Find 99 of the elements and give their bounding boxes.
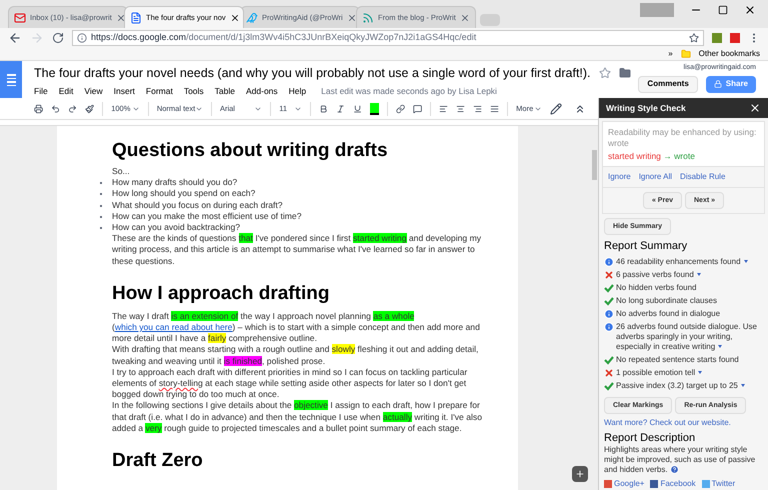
summary-item: No adverbs found in dialogue	[616, 308, 720, 318]
info-icon	[77, 33, 87, 43]
paragraph: I try to approach each draft with different priorities in mind so I can focus on tackling particular elements of story-telling at each stage while setting aside other aspects for later so I don't get bogged down trying to do too much at once.	[112, 366, 468, 400]
bookmarks-chevron[interactable]: »	[668, 48, 673, 60]
link-icon[interactable]	[396, 102, 406, 114]
menu-item[interactable]: View	[84, 84, 103, 98]
website-link[interactable]: Want more? Check out our website.	[604, 418, 763, 428]
action-link[interactable]: Disable Rule	[680, 172, 726, 182]
twitter-icon	[702, 480, 710, 488]
action-link[interactable]: Ignore	[608, 172, 631, 182]
scrollbar-thumb[interactable]	[592, 150, 597, 180]
lock-icon	[714, 80, 722, 88]
bookmark-link[interactable]: Other bookmarks	[698, 48, 760, 60]
report-description-title: Report Description	[604, 431, 696, 445]
italic-icon[interactable]	[336, 102, 345, 114]
undo-icon[interactable]	[51, 102, 60, 114]
menu-item[interactable]: Add-ons	[246, 84, 278, 98]
description-text: Highlights areas where your writing style might be improved, such as use of passive and hidden verbs.	[604, 445, 756, 475]
summary-item: 1 possible emotion tell	[616, 368, 702, 378]
link[interactable]: which you can read about here	[114, 322, 232, 332]
bullet-item: How many drafts should you do?	[112, 177, 238, 188]
document-title[interactable]: The four drafts your novel needs (and why you will probably not use a single word of your first draft!).	[34, 64, 591, 83]
collapse-icon[interactable]	[574, 102, 586, 114]
menu-item[interactable]: Help	[288, 84, 306, 98]
highlight-color-icon[interactable]	[370, 102, 380, 114]
facebook-icon	[650, 480, 658, 488]
dropdown-caret-icon[interactable]	[696, 272, 701, 276]
action-link[interactable]: Ignore All	[638, 172, 672, 182]
close-icon[interactable]	[744, 4, 756, 16]
menu-item[interactable]: Edit	[58, 84, 74, 98]
feed-icon	[362, 12, 374, 24]
social-link[interactable]: Facebook	[650, 479, 696, 489]
star-icon[interactable]	[689, 33, 699, 43]
paragraph: In the following sections I give details about the objective I assign to each draft, how I prepare for that draft (i.e. what I do in advance) and then the technique I use when actually writing it. I've also added a very rough guide to projected timescales and a bullet point summary of each stage.	[112, 400, 483, 434]
social-link[interactable]: Google+	[604, 479, 644, 489]
paragraph: With drafting that means starting with a rough outline and slowly fleshing it out and adding detail, tweaking and weaving until it is finished, polished prose.	[112, 344, 480, 367]
suggestion-text: Readability may be enhanced by using: wrote	[608, 127, 758, 149]
menu-item[interactable]: Format	[146, 84, 173, 98]
paragraph: So...	[112, 166, 131, 178]
menu-item[interactable]: File	[34, 84, 48, 98]
address-field[interactable]: https://docs.google.com/document/d/1j3lm3Wv4i5hC3JUnrBXeiqQkyJWZop7nJ2i1aGS4Hqc/edit	[72, 30, 704, 46]
cross-icon	[604, 270, 614, 280]
help-icon[interactable]	[670, 465, 679, 474]
google-plus-icon	[604, 480, 612, 488]
docs-logo[interactable]	[0, 61, 22, 99]
folder-icon	[680, 49, 691, 59]
comments-button[interactable]: Comments	[638, 76, 698, 92]
summary-item: 26 adverbs found outside dialogue. Use adverbs sparingly in your writing, especially in creative writing	[616, 322, 758, 352]
close-icon[interactable]	[749, 102, 761, 114]
close-icon[interactable]	[116, 12, 126, 22]
print-icon[interactable]	[34, 102, 44, 114]
redo-icon[interactable]	[68, 102, 78, 114]
bullet-item: How can you avoid backtracking?	[112, 222, 240, 234]
reload-icon[interactable]	[52, 32, 64, 44]
underline-icon[interactable]	[353, 102, 362, 114]
bullet-item: What should you focus on during each draft?	[112, 200, 283, 211]
section-heading: Questions about writing drafts	[112, 140, 389, 162]
check-icon	[604, 380, 614, 390]
menu-item[interactable]: Insert	[114, 84, 135, 98]
summary-item: No repeated sentence starts found	[616, 354, 739, 364]
check-icon	[604, 354, 614, 364]
dropdown-caret-icon[interactable]	[744, 260, 748, 263]
folder-icon[interactable]	[618, 67, 631, 80]
summary-item: 6 passive verbs found	[616, 270, 701, 280]
paint-format-icon[interactable]	[85, 102, 94, 114]
menu-item[interactable]: Table	[214, 84, 235, 98]
plus-icon	[575, 469, 585, 479]
replacement-text: started writing → wrote	[608, 151, 696, 161]
mail-icon	[14, 12, 26, 24]
summary-item: Passive index (3.2) target up to 25	[616, 380, 745, 390]
cross-icon	[604, 368, 614, 378]
star-icon[interactable]	[598, 67, 611, 80]
dropdown-caret-icon[interactable]	[740, 384, 745, 387]
summary-item: No hidden verbs found	[616, 282, 696, 292]
section-heading: How I approach drafting	[112, 282, 330, 305]
dropdown-caret-icon[interactable]	[718, 344, 722, 348]
summary-item: No long subordinate clauses	[616, 296, 717, 306]
comment-icon[interactable]	[413, 102, 422, 114]
dropdown-caret-icon[interactable]	[698, 370, 702, 374]
info-icon	[604, 322, 614, 332]
report-summary-title: Report Summary	[604, 239, 688, 253]
summary-item: 46 readability enhancements found	[616, 256, 748, 266]
document-icon	[130, 12, 142, 24]
add-button[interactable]	[572, 466, 588, 482]
bullet-item: How can you make the most efficient use of time?	[112, 210, 302, 222]
close-icon[interactable]	[230, 12, 240, 22]
back-icon[interactable]	[8, 31, 22, 45]
maximize-icon[interactable]	[718, 5, 728, 15]
bold-icon[interactable]	[318, 102, 328, 114]
menu-item[interactable]: Tools	[184, 84, 204, 98]
social-link[interactable]: Twitter	[702, 479, 736, 489]
info-icon	[604, 256, 614, 266]
section-heading: Draft Zero	[112, 450, 204, 472]
panel-header: Writing Style Check	[599, 98, 768, 118]
pencil-icon[interactable]	[550, 102, 562, 114]
bird-icon	[246, 12, 258, 24]
last-edit-text[interactable]: Last edit was made seconds ago by Lisa Lepki	[321, 84, 497, 98]
bullet-item: How long should you spend on each?	[112, 188, 256, 200]
info-icon	[604, 308, 614, 318]
